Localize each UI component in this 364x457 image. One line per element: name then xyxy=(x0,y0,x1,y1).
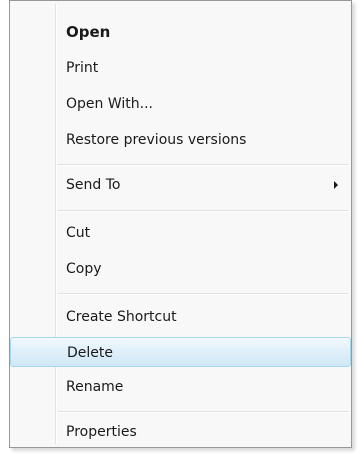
menu-item-label: Rename xyxy=(66,379,124,395)
chevron-right-icon xyxy=(334,181,338,189)
menu-item-label: Restore previous versions xyxy=(66,132,247,148)
context-menu: Open Print Open With... Restore previous… xyxy=(9,0,352,448)
menu-item-label: Create Shortcut xyxy=(66,309,177,325)
menu-separator xyxy=(58,293,348,295)
menu-item-label: Delete xyxy=(67,345,113,361)
menu-item-delete[interactable]: Delete xyxy=(10,337,351,367)
menu-item-print[interactable]: Print xyxy=(13,53,348,83)
menu-item-create-shortcut[interactable]: Create Shortcut xyxy=(13,302,348,332)
menu-separator xyxy=(58,210,348,212)
menu-item-label: Open With... xyxy=(66,96,153,112)
menu-item-restore-previous-versions[interactable]: Restore previous versions xyxy=(13,125,348,155)
menu-item-rename[interactable]: Rename xyxy=(13,372,348,402)
menu-item-open[interactable]: Open xyxy=(13,17,348,47)
menu-item-label: Send To xyxy=(66,177,121,193)
menu-item-label: Copy xyxy=(66,261,102,277)
menu-item-cut[interactable]: Cut xyxy=(13,218,348,248)
menu-item-send-to[interactable]: Send To xyxy=(13,170,348,200)
menu-item-properties[interactable]: Properties xyxy=(13,417,348,447)
menu-item-label: Print xyxy=(66,60,99,76)
menu-item-open-with[interactable]: Open With... xyxy=(13,89,348,119)
menu-item-label: Properties xyxy=(66,424,137,440)
menu-item-copy[interactable]: Copy xyxy=(13,254,348,284)
menu-item-label: Cut xyxy=(66,225,91,241)
menu-separator xyxy=(58,411,348,413)
menu-separator xyxy=(58,164,348,166)
menu-item-label: Open xyxy=(66,23,111,41)
